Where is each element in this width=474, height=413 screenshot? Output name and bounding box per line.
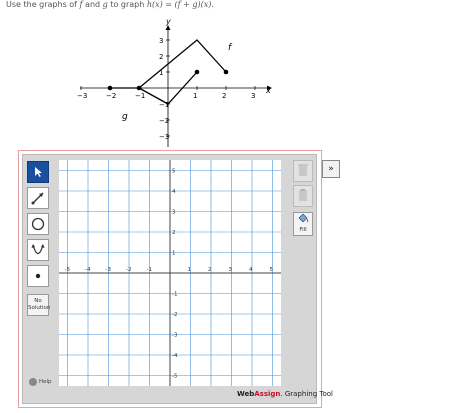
trash-icon bbox=[298, 164, 308, 176]
fg-y-tick-label: −2 bbox=[159, 117, 169, 125]
pointer-tool-button[interactable] bbox=[27, 161, 49, 183]
fg-endpoint bbox=[223, 69, 229, 75]
fg-endpoint bbox=[107, 85, 113, 91]
grid-x-tick-label: -2 bbox=[126, 267, 131, 273]
grid-y-tick-label: -2 bbox=[172, 312, 177, 318]
webassign-brand: WebAssign. Graphing Tool bbox=[237, 390, 333, 398]
grid-x-tick-label: -3 bbox=[106, 267, 112, 273]
fg-graph: −3 −2 −1 1 2 3321−1−2−3 y x f g bbox=[77, 17, 272, 147]
problem-statement: Use the graphs of f and g to graph h(x) … bbox=[6, 0, 214, 9]
parabola-tool-button[interactable] bbox=[27, 239, 49, 261]
grid-x-tick-label: 3 bbox=[229, 267, 233, 273]
line-tool-button[interactable] bbox=[27, 187, 49, 209]
help-link[interactable]: Help bbox=[29, 378, 52, 386]
grid-x-tick-label: -5 bbox=[65, 267, 71, 273]
f-curve-label: f bbox=[228, 43, 233, 53]
parabola-icon bbox=[31, 244, 45, 255]
grid-x-tick-label: -4 bbox=[85, 267, 91, 273]
grid-y-tick-label: 4 bbox=[172, 189, 176, 195]
fg-x-tick-label: 2 bbox=[222, 92, 226, 100]
fg-y-tick-label: 2 bbox=[159, 53, 163, 61]
grid-y-tick-label: -5 bbox=[172, 374, 178, 380]
fg-x-axis-label: x bbox=[265, 86, 271, 95]
g-curve-label: g bbox=[122, 112, 128, 122]
grid-y-tick-label: 3 bbox=[172, 210, 176, 216]
clipboard-icon bbox=[299, 189, 307, 201]
fg-axes: −3 −2 −1 1 2 3321−1−2−3 bbox=[77, 25, 272, 147]
help-icon bbox=[29, 378, 37, 386]
paint-bucket-icon bbox=[298, 213, 309, 223]
fg-y-tick-label: −3 bbox=[159, 133, 169, 141]
fg-y-tick-label: 3 bbox=[159, 37, 163, 45]
no-solution-button[interactable]: No Solution bbox=[27, 294, 50, 316]
fg-x-tick-label: −2 bbox=[106, 92, 116, 100]
circle-tool-button[interactable] bbox=[27, 213, 49, 235]
graphing-tool-panel: No Solution Help -5 -4 -3 -2 -1 1 2 3 4 5 5 4 3 2 1 -1-… bbox=[22, 154, 333, 404]
grid-x-tick-label: -1 bbox=[147, 267, 152, 273]
grid-x-tick-label: 4 bbox=[249, 267, 253, 273]
grid-y-tick-label: -3 bbox=[172, 333, 178, 339]
fg-endpoint bbox=[194, 69, 200, 75]
fg-x-tick-label: 3 bbox=[251, 92, 255, 100]
fg-endpoint bbox=[136, 85, 142, 91]
fg-x-tick-label: −3 bbox=[77, 92, 87, 100]
grid-y-tick-label: 5 bbox=[172, 169, 176, 175]
grid-x-tick-label: 5 bbox=[270, 267, 274, 273]
grid-y-tick-label: 1 bbox=[172, 251, 176, 257]
undo-tool-button[interactable] bbox=[293, 185, 313, 207]
fill-button[interactable]: Fill bbox=[293, 212, 313, 236]
graphing-tool: No Solution Help -5 -4 -3 -2 -1 1 2 3 4 5 5 4 3 2 1 -1-… bbox=[18, 150, 333, 408]
grid-y-tick-label: -1 bbox=[172, 292, 177, 298]
circle-icon bbox=[31, 217, 45, 231]
grid-x-tick-label: 1 bbox=[188, 267, 192, 273]
point-icon bbox=[35, 273, 41, 279]
point-tool-button[interactable] bbox=[27, 265, 49, 287]
expand-button[interactable]: » bbox=[322, 160, 340, 178]
line-icon bbox=[31, 192, 44, 205]
fg-y-axis-label: y bbox=[165, 17, 171, 26]
grid-x-tick-label: 2 bbox=[208, 267, 212, 273]
graphing-grid[interactable]: -5 -4 -3 -2 -1 1 2 3 4 5 5 4 3 2 1 -1 -2 -3 -4 -5 bbox=[59, 160, 281, 386]
grid-y-tick-label: -4 bbox=[172, 353, 178, 359]
grid-y-tick-label: 2 bbox=[172, 230, 176, 236]
h-formula: h(x) = (f + g)(x). bbox=[146, 0, 214, 9]
fg-x-tick-label: 1 bbox=[193, 92, 197, 100]
delete-tool-button[interactable] bbox=[293, 160, 313, 182]
fg-x-tick-label: −1 bbox=[135, 92, 145, 100]
pointer-icon bbox=[35, 167, 42, 177]
